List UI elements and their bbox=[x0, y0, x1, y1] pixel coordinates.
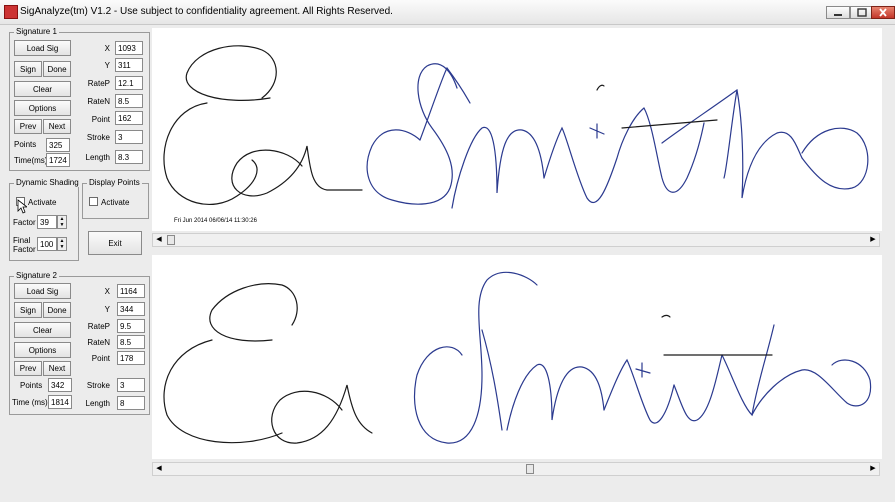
signature2-canvas[interactable] bbox=[152, 255, 882, 459]
signature2-prev-button[interactable]: Prev bbox=[14, 361, 42, 376]
signature1-group-title: Signature 1 bbox=[14, 27, 59, 36]
signature1-stroke-field[interactable]: 3 bbox=[115, 130, 143, 144]
signature2-sign-button[interactable]: Sign bbox=[14, 302, 42, 318]
scroll-right-icon[interactable]: ▶ bbox=[867, 464, 879, 474]
signature2-y-field[interactable]: 344 bbox=[117, 302, 145, 316]
dynamic-shading-final-factor-label-2: Factor bbox=[13, 245, 36, 254]
app-icon bbox=[4, 5, 18, 19]
signature1-ratep-label: RateP bbox=[87, 79, 110, 88]
exit-button[interactable]: Exit bbox=[88, 231, 142, 255]
signature1-sign-button[interactable]: Sign bbox=[14, 61, 42, 77]
signature2-stroke-label: Stroke bbox=[86, 381, 110, 390]
signature1-time-label: Time(ms) bbox=[14, 156, 48, 165]
signature2-load-sig-button[interactable]: Load Sig bbox=[14, 283, 71, 299]
signature1-next-button[interactable]: Next bbox=[43, 119, 71, 134]
signature1-y-label: Y bbox=[104, 61, 110, 70]
signature1-stroke-label: Stroke bbox=[86, 133, 110, 142]
signature1-options-button[interactable]: Options bbox=[14, 100, 71, 116]
dynamic-shading-factor-spinner[interactable]: ▲ ▼ bbox=[57, 215, 67, 229]
signature1-scroll-thumb[interactable] bbox=[167, 235, 175, 245]
display-points-activate-checkbox[interactable] bbox=[89, 197, 98, 206]
signature2-x-field[interactable]: 1164 bbox=[117, 284, 145, 298]
minimize-icon bbox=[834, 14, 842, 16]
signature2-length-label: Length bbox=[85, 399, 110, 408]
dynamic-shading-final-factor-spinner[interactable]: ▲ ▼ bbox=[57, 237, 67, 251]
signature2-ink bbox=[163, 271, 872, 444]
signature2-point-label: Point bbox=[91, 354, 110, 363]
signature2-scroll-thumb[interactable] bbox=[526, 464, 534, 474]
signature1-raten-field[interactable]: 8.5 bbox=[115, 94, 143, 108]
close-button[interactable] bbox=[871, 6, 895, 19]
signature2-options-button[interactable]: Options bbox=[14, 342, 71, 358]
signature2-next-button[interactable]: Next bbox=[43, 361, 71, 376]
spin-down-icon[interactable]: ▼ bbox=[58, 222, 66, 228]
mouse-cursor-icon bbox=[17, 199, 27, 214]
signature1-timestamp: Fri Jun 2014 06/06/14 11:30:26 bbox=[174, 218, 257, 224]
signature1-length-label: Length bbox=[85, 153, 110, 162]
signature1-y-field[interactable]: 311 bbox=[115, 58, 143, 72]
dynamic-shading-final-factor-label-1: Final bbox=[13, 236, 31, 245]
display-points-title: Display Points bbox=[87, 178, 142, 187]
window-title: SigAnalyze(tm) V1.2 - Use subject to con… bbox=[20, 6, 393, 17]
signature1-raten-label: RateN bbox=[87, 97, 110, 106]
dynamic-shading-title: Dynamic Shading bbox=[14, 178, 81, 187]
signature2-ratep-label: RateP bbox=[87, 322, 110, 331]
signature1-point-label: Point bbox=[91, 115, 110, 124]
signature2-raten-label: RateN bbox=[87, 338, 110, 347]
scroll-left-icon[interactable]: ◀ bbox=[153, 464, 165, 474]
signature2-points-label: Points bbox=[20, 381, 43, 390]
signature1-ratep-field[interactable]: 12.1 bbox=[115, 76, 143, 90]
scroll-left-icon[interactable]: ◀ bbox=[153, 235, 165, 245]
signature2-done-button[interactable]: Done bbox=[43, 302, 71, 318]
signature1-prev-button[interactable]: Prev bbox=[14, 119, 42, 134]
title-bar: SigAnalyze(tm) V1.2 - Use subject to con… bbox=[0, 0, 895, 25]
dynamic-shading-factor-label: Factor bbox=[13, 218, 36, 227]
signature2-time-label: Time (ms) bbox=[12, 398, 48, 407]
signature1-points-field[interactable]: 325 bbox=[46, 138, 70, 152]
signature1-done-button[interactable]: Done bbox=[43, 61, 71, 77]
scroll-right-icon[interactable]: ▶ bbox=[867, 235, 879, 245]
dynamic-shading-activate-label: Activate bbox=[28, 198, 57, 207]
maximize-icon bbox=[857, 8, 867, 17]
signature1-length-field[interactable]: 8.3 bbox=[115, 150, 143, 164]
signature2-stroke-field[interactable]: 3 bbox=[117, 378, 145, 392]
signature1-ink bbox=[163, 45, 869, 209]
signature1-point-field[interactable]: 162 bbox=[115, 111, 143, 125]
signature2-time-field[interactable]: 1814 bbox=[48, 395, 72, 409]
signature1-load-sig-button[interactable]: Load Sig bbox=[14, 40, 71, 56]
signature2-length-field[interactable]: 8 bbox=[117, 396, 145, 410]
signature2-y-label: Y bbox=[104, 305, 110, 314]
dynamic-shading-final-factor-field[interactable]: 100 bbox=[37, 237, 57, 251]
signature2-raten-field[interactable]: 8.5 bbox=[117, 335, 145, 349]
signature2-point-field[interactable]: 178 bbox=[117, 351, 145, 365]
signature2-x-label: X bbox=[104, 287, 110, 296]
signature2-group-title: Signature 2 bbox=[14, 271, 59, 280]
signature2-hscrollbar[interactable]: ◀ ▶ bbox=[152, 462, 880, 476]
signature1-time-field[interactable]: 1724 bbox=[46, 153, 70, 167]
signature1-hscrollbar[interactable]: ◀ ▶ bbox=[152, 233, 880, 247]
dynamic-shading-factor-field[interactable]: 39 bbox=[37, 215, 57, 229]
spin-down-icon[interactable]: ▼ bbox=[58, 244, 66, 250]
signature2-points-field[interactable]: 342 bbox=[48, 378, 72, 392]
signature1-points-label: Points bbox=[14, 140, 37, 149]
minimize-button[interactable] bbox=[826, 6, 850, 19]
signature2-ratep-field[interactable]: 9.5 bbox=[117, 319, 145, 333]
display-points-activate-label: Activate bbox=[101, 198, 130, 207]
signature1-clear-button[interactable]: Clear bbox=[14, 81, 71, 97]
close-icon bbox=[879, 8, 887, 17]
signature1-canvas[interactable]: Fri Jun 2014 06/06/14 11:30:26 bbox=[152, 28, 882, 231]
signature1-x-label: X bbox=[104, 44, 110, 53]
signature2-clear-button[interactable]: Clear bbox=[14, 322, 71, 338]
signature1-x-field[interactable]: 1093 bbox=[115, 41, 143, 55]
